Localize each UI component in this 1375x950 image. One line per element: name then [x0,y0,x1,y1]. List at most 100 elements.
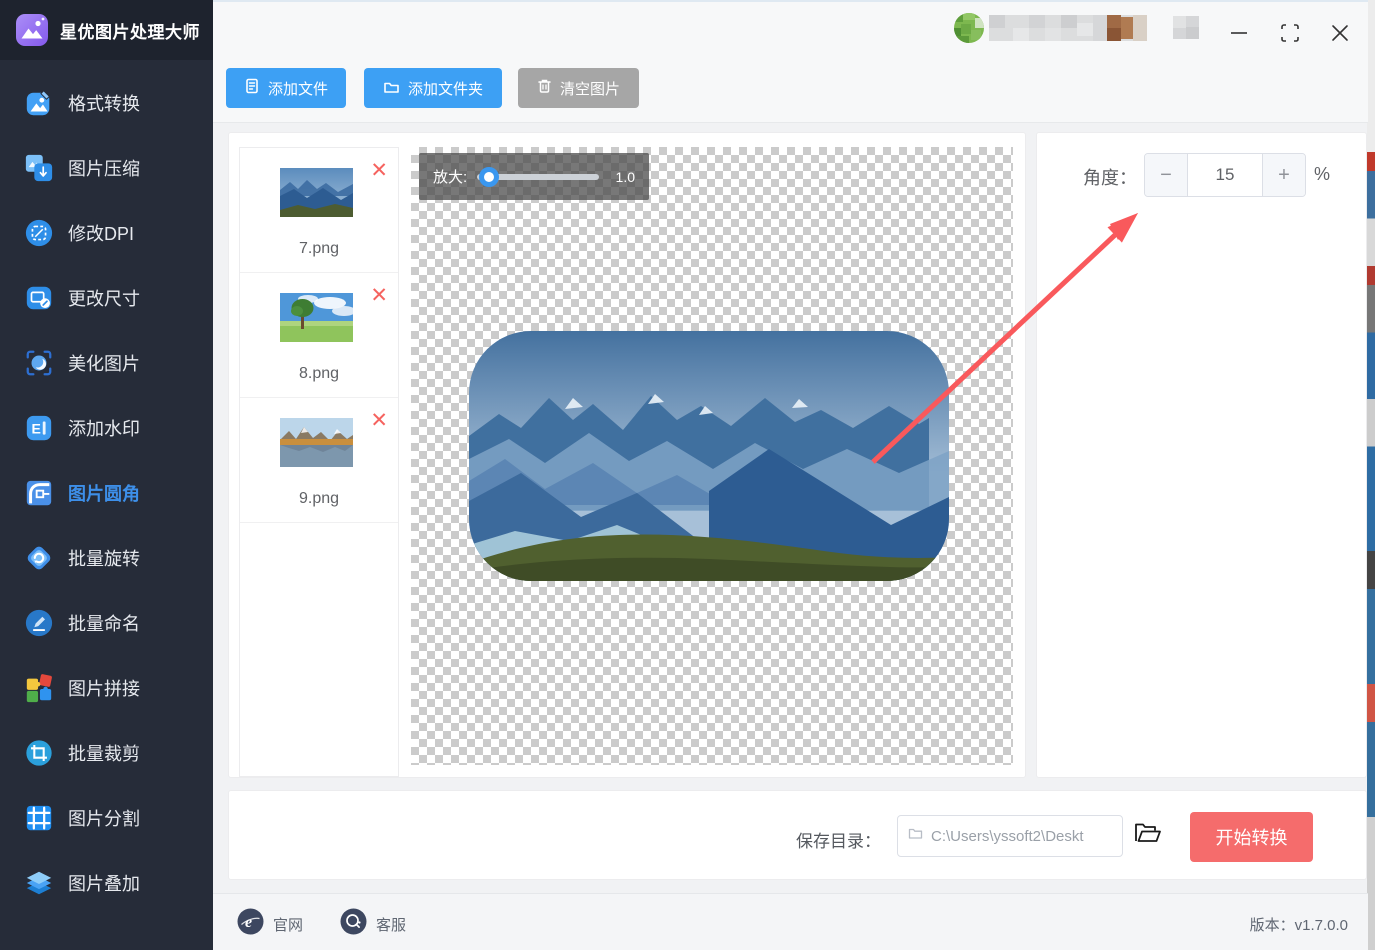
svg-text:E: E [32,420,41,436]
file-list: ✕ 7.png ✕ 8.png ✕ 9.png [239,147,399,777]
sidebar-item-split[interactable]: 图片分割 [0,785,213,850]
sidebar-item-overlay[interactable]: 图片叠加 [0,850,213,915]
settings-panel: 角度： − 15 + % [1036,132,1367,778]
preview-canvas: 放大: 1.0 [411,147,1013,765]
trash-icon [537,78,552,98]
zoom-slider-track[interactable] [477,166,600,187]
zoom-slider-handle[interactable] [479,166,500,187]
file-thumbnail[interactable] [280,293,356,342]
add-folder-button[interactable]: 添加文件夹 [364,68,502,108]
close-button[interactable] [1327,20,1353,46]
sidebar-item-crop[interactable]: 批量裁剪 [0,720,213,785]
angle-value[interactable]: 15 [1188,154,1262,196]
browser-icon: e [237,908,264,940]
angle-unit: % [1314,164,1331,184]
customer-support-label: 客服 [376,916,407,934]
save-directory-input[interactable] [931,827,1112,845]
customer-support-link[interactable]: 客服 [340,908,406,940]
desktop-edge-sliver [1367,0,1375,950]
rounded-preview-image [469,331,949,581]
sidebar-item-dpi[interactable]: 修改DPI [0,200,213,265]
angle-decrease-button[interactable]: − [1145,154,1188,196]
sidebar-item-label: 图片压缩 [68,158,140,179]
start-convert-button[interactable]: 开始转换 [1190,812,1313,862]
file-name: 7.png [298,240,340,257]
sidebar-item-rounded-corner[interactable]: 图片圆角 [0,460,213,525]
sidebar-item-label: 图片圆角 [68,483,140,504]
file-name: 9.png [298,490,340,507]
overlay-icon [23,867,55,899]
add-file-button[interactable]: 添加文件 [226,68,346,108]
folder-icon [383,79,400,98]
official-website-link[interactable]: e 官网 [237,908,303,940]
bottom-action-bar: 保存目录： 开始转换 [228,790,1367,880]
maximize-button[interactable] [1277,20,1303,46]
app-logo-icon [13,11,51,49]
delete-file-button[interactable]: ✕ [370,160,388,181]
zoom-value: 1.0 [615,168,635,185]
avatar [953,12,985,49]
crop-batch-icon [23,737,55,769]
minimize-button[interactable] [1226,20,1252,46]
user-account-area[interactable] [953,12,1199,48]
official-website-label: 官网 [273,916,304,934]
angle-control-row: 角度： − 15 + % [1037,133,1366,213]
chat-icon [340,908,367,940]
app-window: 添加文件 添加文件夹 清空图片 星优图片处理大师 格式转换 图片压缩 修改DPI… [0,0,1375,950]
sidebar-item-label: 批量旋转 [68,548,140,569]
sidebar-item-compress[interactable]: 图片压缩 [0,135,213,200]
rounded-corner-icon [23,477,55,509]
svg-text:e: e [245,914,252,931]
browse-folder-button[interactable] [1132,819,1164,849]
file-thumbnail[interactable] [280,168,353,217]
file-item[interactable]: ✕ 9.png [240,398,398,523]
sidebar-item-watermark[interactable]: E 添加水印 [0,395,213,460]
sidebar-item-label: 添加水印 [68,418,140,439]
add-folder-label: 添加文件夹 [407,80,483,98]
clear-images-button[interactable]: 清空图片 [518,68,639,108]
sidebar: 星优图片处理大师 格式转换 图片压缩 修改DPI 更改尺寸 美化图片 E 添加水… [0,0,213,950]
sidebar-item-label: 图片拼接 [68,678,140,699]
compress-icon [23,152,55,184]
angle-increase-button[interactable]: + [1262,154,1305,196]
watermark-icon: E [23,412,55,444]
sidebar-item-label: 图片分割 [68,808,140,829]
sidebar-item-rename[interactable]: 批量命名 [0,590,213,655]
add-file-label: 添加文件 [267,80,328,98]
file-item[interactable]: ✕ 8.png [240,273,398,398]
workspace-panel: ✕ 7.png ✕ 8.png ✕ 9.png 放大: 1.0 [228,132,1026,778]
sidebar-item-stitch[interactable]: 图片拼接 [0,655,213,720]
header-bar: 添加文件 添加文件夹 清空图片 [213,0,1368,123]
stitch-icon [23,672,55,704]
version-text: 版本：v1.7.0.0 [1249,917,1348,934]
file-thumbnail[interactable] [280,418,353,467]
sidebar-item-label: 美化图片 [68,353,140,374]
footer-bar: e 官网 客服 版本：v1.7.0.0 [213,893,1368,950]
beautify-icon [23,347,55,379]
angle-label: 角度： [1083,168,1137,188]
sidebar-item-label: 修改DPI [68,223,135,244]
username-blurred [989,14,1147,46]
file-name: 8.png [298,365,340,382]
sidebar-nav: 格式转换 图片压缩 修改DPI 更改尺寸 美化图片 E 添加水印 图片圆角 批量… [0,70,213,915]
rotate-icon [23,542,55,574]
resize-icon [23,282,55,314]
sidebar-item-label: 更改尺寸 [68,288,140,309]
save-directory-label: 保存目录： [796,832,881,851]
sidebar-item-label: 批量命名 [68,613,140,634]
sidebar-item-label: 图片叠加 [68,873,140,894]
delete-file-button[interactable]: ✕ [370,285,388,306]
sidebar-item-resize[interactable]: 更改尺寸 [0,265,213,330]
file-item[interactable]: ✕ 7.png [240,148,398,273]
sidebar-item-rotate[interactable]: 批量旋转 [0,525,213,590]
zoom-label: 放大: [433,169,468,186]
zoom-toolbar: 放大: 1.0 [419,153,649,200]
sidebar-item-format-convert[interactable]: 格式转换 [0,70,213,135]
folder-small-icon [908,827,923,845]
sidebar-item-beautify[interactable]: 美化图片 [0,330,213,395]
app-logo-header: 星优图片处理大师 [0,0,213,60]
dpi-icon [23,217,55,249]
save-directory-field [897,815,1123,857]
format-convert-icon [23,87,55,119]
delete-file-button[interactable]: ✕ [370,410,388,431]
